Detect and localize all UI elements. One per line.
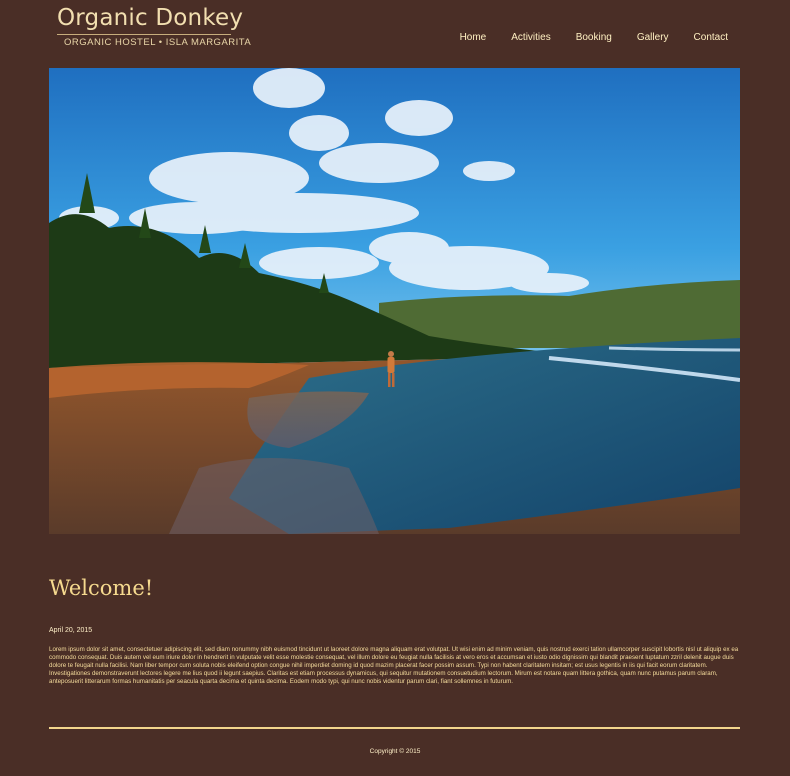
nav-booking[interactable]: Booking: [576, 32, 612, 43]
nav-activities[interactable]: Activities: [511, 32, 550, 43]
nav-contact[interactable]: Contact: [694, 32, 728, 43]
main-nav: Home Activities Booking Gallery Contact: [435, 32, 728, 43]
logo-title: Organic Donkey: [57, 5, 244, 31]
site-logo[interactable]: Organic Donkey ORGANIC HOSTEL • ISLA MAR…: [57, 4, 252, 48]
logo-divider: [57, 34, 231, 35]
page-heading: Welcome!: [49, 576, 154, 600]
nav-home[interactable]: Home: [460, 32, 487, 43]
post-date: April 20, 2015: [49, 627, 93, 634]
post-body: Lorem ipsum dolor sit amet, consectetuer…: [49, 646, 739, 685]
footer-divider: [49, 727, 740, 729]
beach-photo: [49, 68, 740, 534]
logo-subtitle: ORGANIC HOSTEL • ISLA MARGARITA: [64, 37, 252, 48]
hero-image: [49, 68, 740, 534]
nav-gallery[interactable]: Gallery: [637, 32, 669, 43]
copyright-text: Copyright © 2015: [369, 748, 421, 755]
